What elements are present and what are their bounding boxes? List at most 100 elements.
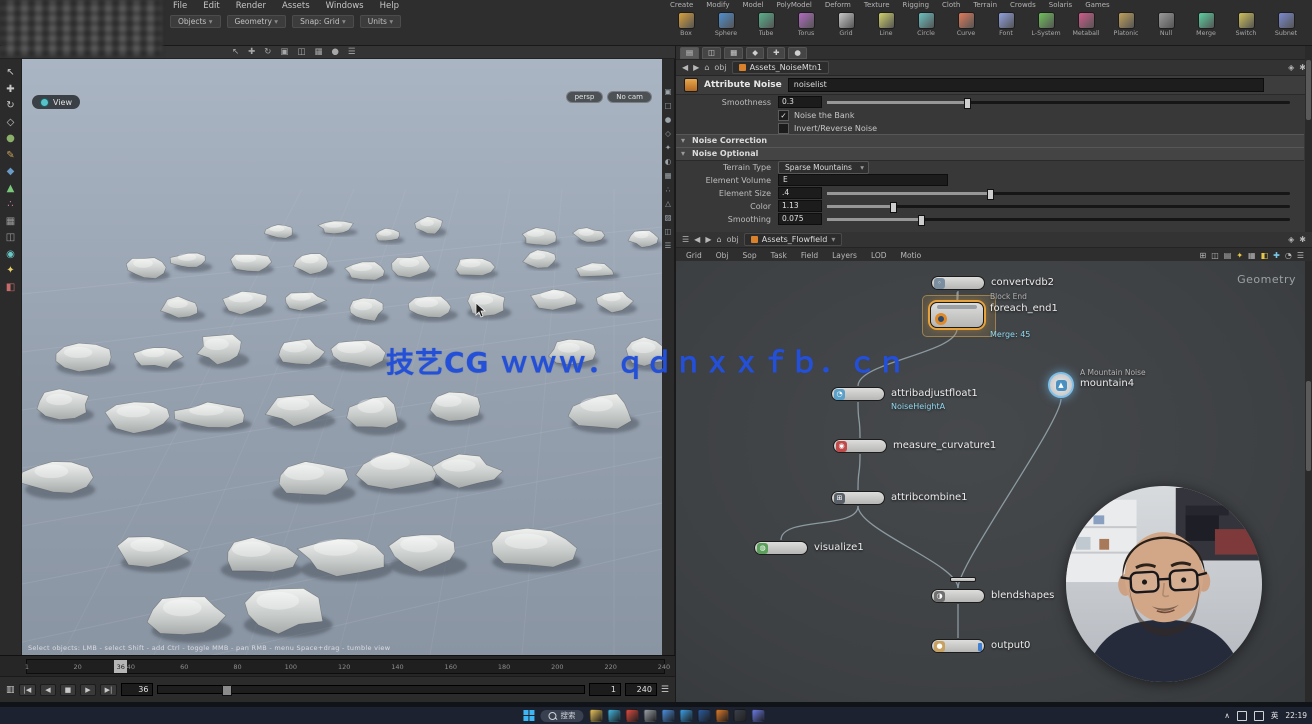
shelf-tool-curve[interactable]: Curve <box>946 12 986 37</box>
wireframe-icon[interactable]: ◇ <box>665 129 671 138</box>
param-value-field[interactable]: 0.3 <box>778 96 822 108</box>
volume-tray-icon[interactable] <box>1254 711 1264 721</box>
param-slider[interactable] <box>827 101 1290 104</box>
shade-icon[interactable]: ● <box>331 47 338 57</box>
sculpt-tool-icon[interactable]: ◆ <box>7 166 15 177</box>
shade-mode-icon[interactable]: ● <box>665 115 672 124</box>
menu-file[interactable]: File <box>170 0 190 13</box>
shelf-tab-texture[interactable]: Texture <box>862 1 892 9</box>
shadows-icon[interactable]: ◐ <box>665 157 672 166</box>
rotate-tool-icon[interactable]: ↻ <box>6 100 14 111</box>
taskbar-app-settings[interactable] <box>643 709 656 722</box>
shelf-tool-merge[interactable]: Merge <box>1186 12 1226 37</box>
snapshot2-icon[interactable]: ◫ <box>664 227 671 236</box>
net-color-icon[interactable]: ◧ <box>1261 251 1269 260</box>
shelf-tab-modify[interactable]: Modify <box>704 1 731 9</box>
shelf-tool-sphere[interactable]: Sphere <box>706 12 746 37</box>
paint-tool-icon[interactable]: ✎ <box>6 150 14 161</box>
menu-windows[interactable]: Windows <box>323 0 367 13</box>
attribute-list-field[interactable]: noiselist <box>788 78 1264 92</box>
frame-ruler[interactable]: 12040608010012014016018020022024036 <box>26 659 665 674</box>
param-slider[interactable] <box>827 192 1290 195</box>
home-icon[interactable]: ⌂ <box>704 63 709 72</box>
param-dropdown[interactable]: Sparse Mountains <box>778 161 869 174</box>
param-checkbox[interactable]: ✓ <box>778 110 789 121</box>
net-clock-icon[interactable]: ◔ <box>1285 251 1292 260</box>
toolbar-chip-0[interactable]: Objects <box>170 15 221 28</box>
node-attribcombine1[interactable]: ⊞ <box>831 491 885 505</box>
net-menu-icon[interactable]: ☰ <box>1297 251 1304 260</box>
taskbar-app-explorer[interactable] <box>589 709 602 722</box>
network-context-tab-sop[interactable]: Sop <box>741 251 759 260</box>
shelf-tab-games[interactable]: Games <box>1083 1 1112 9</box>
menu-render[interactable]: Render <box>233 0 269 13</box>
taskbar-app-obs[interactable] <box>733 709 746 722</box>
network-context-tab-motio[interactable]: Motio <box>899 251 924 260</box>
clock[interactable]: 22:19 <box>1285 711 1307 720</box>
net-path-context[interactable]: obj <box>727 235 739 244</box>
net-list-icon[interactable]: ▤ <box>1224 251 1232 260</box>
parameter-pane-tab-0[interactable]: ▤ <box>680 47 699 59</box>
shelf-tab-model[interactable]: Model <box>740 1 765 9</box>
param-slider[interactable] <box>827 218 1290 221</box>
node-mountain4[interactable]: ▲ <box>1048 372 1074 398</box>
network-scrollbar[interactable] <box>1305 261 1312 702</box>
taskbar-app-discord[interactable] <box>751 709 764 722</box>
handles-icon[interactable]: ✚ <box>248 47 255 57</box>
node-foreach_end1[interactable] <box>930 302 984 328</box>
node-output0[interactable]: ● <box>931 639 985 653</box>
param-slider-handle[interactable] <box>918 215 925 226</box>
lighting-icon[interactable]: ✦ <box>665 143 671 152</box>
parameter-pane-tab-5[interactable]: ● <box>788 47 807 59</box>
path-context[interactable]: obj <box>714 63 726 72</box>
pane-menu-icon[interactable]: ☰ <box>682 235 689 244</box>
parameter-pane-tab-2[interactable]: ▦ <box>724 47 743 59</box>
camera-pill-0[interactable]: persp <box>566 91 604 103</box>
shelf-tab-create[interactable]: Create <box>668 1 695 9</box>
current-frame-marker[interactable]: 36 <box>114 660 127 673</box>
current-frame-field[interactable]: 36 <box>121 683 153 696</box>
shelf-tool-circle[interactable]: Circle <box>906 12 946 37</box>
points-display-icon[interactable]: ∴ <box>666 185 671 194</box>
snap-tool-icon[interactable]: ▦ <box>6 216 15 227</box>
param-text-field[interactable]: E <box>778 174 948 186</box>
parameter-pane-tab-4[interactable]: ✚ <box>767 47 785 59</box>
back-icon[interactable]: ◀ <box>682 63 688 72</box>
top-view-icon[interactable]: □ <box>664 101 671 110</box>
transport-button-3[interactable]: ▶ <box>80 684 95 696</box>
taskbar-app-houdini[interactable] <box>715 709 728 722</box>
node-measure_curvature1[interactable]: ◉ <box>833 439 887 453</box>
menu-help[interactable]: Help <box>377 0 402 13</box>
node-switchbar[interactable] <box>950 577 976 582</box>
shelf-tool-line[interactable]: Line <box>866 12 906 37</box>
display-flag[interactable] <box>978 643 982 651</box>
network-tray-icon[interactable] <box>1237 711 1247 721</box>
shelf-tool-l-system[interactable]: L-System <box>1026 12 1066 37</box>
transport-button-1[interactable]: ◀ <box>40 684 55 696</box>
scale-tool-icon[interactable]: ◇ <box>7 117 15 128</box>
snapshot-icon[interactable]: ◫ <box>297 47 305 57</box>
net-star-icon[interactable]: ✦ <box>1236 251 1243 260</box>
param-slider-handle[interactable] <box>964 98 971 109</box>
display-options-icon[interactable]: ☰ <box>665 241 672 250</box>
toolbar-chip-3[interactable]: Units <box>360 15 401 28</box>
tray-chevron-icon[interactable]: ∧ <box>1224 711 1230 720</box>
shelf-tab-crowds[interactable]: Crowds <box>1008 1 1038 9</box>
toolbar-chip-2[interactable]: Snap: Grid <box>292 15 354 28</box>
net-forward-icon[interactable]: ▶ <box>705 235 711 244</box>
shelf-tab-solaris[interactable]: Solaris <box>1047 1 1074 9</box>
network-node-chip[interactable]: Assets_Flowfield ▾ <box>744 233 843 246</box>
normals-display-icon[interactable]: △ <box>665 199 671 208</box>
taskbar-app-edge[interactable] <box>607 709 620 722</box>
backface-icon[interactable]: ▨ <box>664 213 671 222</box>
network-context-tab-field[interactable]: Field <box>799 251 820 260</box>
range-start-field[interactable]: 1 <box>589 683 621 696</box>
shelf-tool-null[interactable]: Null <box>1146 12 1186 37</box>
taskbar-app-vscode[interactable] <box>679 709 692 722</box>
param-section-3[interactable]: Noise Correction <box>676 134 1304 148</box>
frame-slider-thumb[interactable] <box>222 685 232 696</box>
current-node-chip[interactable]: Assets_NoiseMtn1 <box>732 61 829 74</box>
shelf-tool-font[interactable]: Font <box>986 12 1026 37</box>
frame-slider[interactable] <box>157 685 585 694</box>
net-link-icon[interactable]: ⊞ <box>1199 251 1206 260</box>
